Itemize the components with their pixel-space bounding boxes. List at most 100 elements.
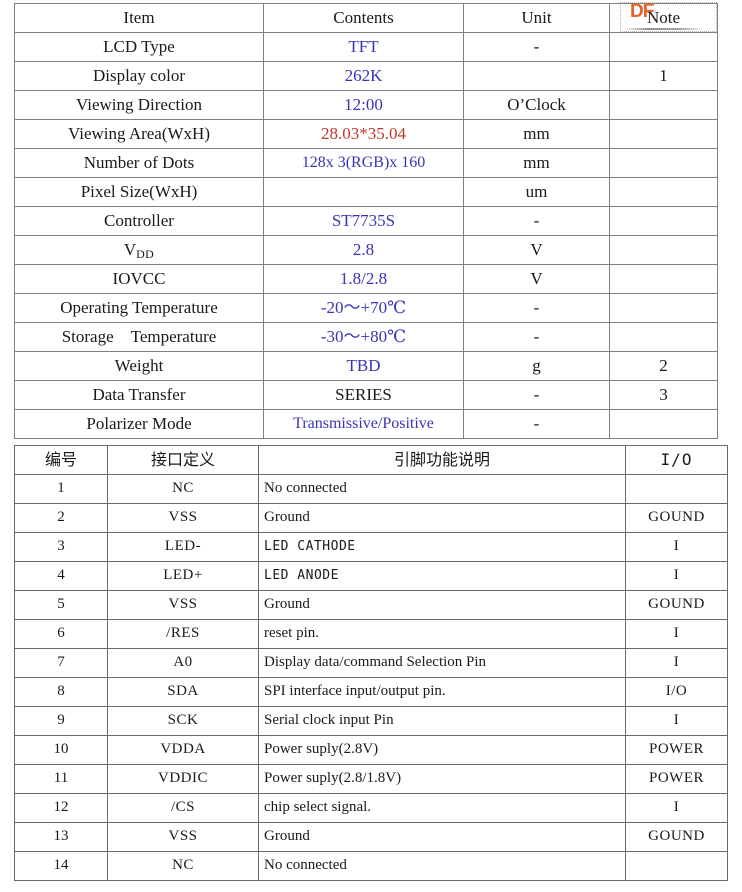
pin-row: 3 LED- LED CATHODE I bbox=[14, 532, 728, 562]
pin-definition-cell: /CS bbox=[107, 793, 259, 823]
spec-unit-cell: V bbox=[463, 235, 610, 265]
pin-row: 11 VDDIC Power suply(2.8/1.8V) POWER bbox=[14, 764, 728, 794]
spec-item-cell: Viewing Direction bbox=[14, 90, 264, 120]
spec-contents-cell: 2.8 bbox=[263, 235, 464, 265]
pin-description-cell: No connected bbox=[258, 474, 626, 504]
spec-contents-cell: 28.03*35.04 bbox=[263, 119, 464, 149]
pin-row: 4 LED+ LED ANODE I bbox=[14, 561, 728, 591]
spec-item-cell: IOVCC bbox=[14, 264, 264, 294]
pin-definition-cell: NC bbox=[107, 474, 259, 504]
pin-description-cell: Ground bbox=[258, 503, 626, 533]
spec-unit-cell: g bbox=[463, 351, 610, 381]
pin-header-definition: 接口定义 bbox=[107, 445, 259, 475]
pin-number-cell: 3 bbox=[14, 532, 108, 562]
pin-number-cell: 13 bbox=[14, 822, 108, 852]
spec-header-row: Item Contents Unit Note bbox=[14, 3, 718, 33]
pin-io-cell: POWER bbox=[625, 735, 728, 765]
spec-unit-cell: - bbox=[463, 409, 610, 439]
pin-number-cell: 12 bbox=[14, 793, 108, 823]
pin-header-row: 编号 接口定义 引脚功能说明 I/O bbox=[14, 445, 728, 475]
spec-note-cell bbox=[609, 264, 718, 294]
spec-contents-cell: ST7735S bbox=[263, 206, 464, 236]
spec-row: Operating Temperature -20～+70℃ - bbox=[14, 293, 718, 323]
spec-contents-cell: 262K bbox=[263, 61, 464, 91]
spec-contents-cell: TBD bbox=[263, 351, 464, 381]
spec-contents-cell: -20～+70℃ bbox=[263, 293, 464, 323]
pin-number-cell: 6 bbox=[14, 619, 108, 649]
spec-row: Number of Dots 128x 3(RGB)x 160 mm bbox=[14, 148, 718, 178]
pin-header-description: 引脚功能说明 bbox=[258, 445, 626, 475]
pin-number-cell: 8 bbox=[14, 677, 108, 707]
spec-unit-cell: V bbox=[463, 264, 610, 294]
spec-note-cell bbox=[609, 148, 718, 178]
spec-item-cell: Display color bbox=[14, 61, 264, 91]
pin-row: 10 VDDA Power suply(2.8V) POWER bbox=[14, 735, 728, 765]
pin-number-cell: 1 bbox=[14, 474, 108, 504]
spec-header-note: Note bbox=[609, 3, 718, 33]
pin-number-cell: 2 bbox=[14, 503, 108, 533]
spec-unit-cell: mm bbox=[463, 119, 610, 149]
spec-item-cell: Pixel Size(WxH) bbox=[14, 177, 264, 207]
pin-io-cell: I bbox=[625, 532, 728, 562]
pin-io-cell: I bbox=[625, 619, 728, 649]
spec-note-cell bbox=[609, 322, 718, 352]
pin-table-container: 编号 接口定义 引脚功能说明 I/O 1 NC No connected 2 VSS Ground… bbox=[14, 445, 728, 881]
spec-contents-cell: TFT bbox=[263, 32, 464, 62]
pin-io-cell: I bbox=[625, 793, 728, 823]
spec-item-cell: Data Transfer bbox=[14, 380, 264, 410]
pin-io-cell: GOUND bbox=[625, 590, 728, 620]
spec-item-cell: Operating Temperature bbox=[14, 293, 264, 323]
pin-row: 14 NC No connected bbox=[14, 851, 728, 881]
pin-row: 9 SCK Serial clock input Pin I bbox=[14, 706, 728, 736]
spec-contents-cell: 128x 3(RGB)x 160 bbox=[263, 148, 464, 178]
pin-number-cell: 9 bbox=[14, 706, 108, 736]
pin-number-cell: 7 bbox=[14, 648, 108, 678]
pin-number-cell: 11 bbox=[14, 764, 108, 794]
pin-io-cell: GOUND bbox=[625, 503, 728, 533]
pin-number-cell: 4 bbox=[14, 561, 108, 591]
spec-note-cell bbox=[609, 119, 718, 149]
pin-description-cell: Serial clock input Pin bbox=[258, 706, 626, 736]
spec-table-container: Item Contents Unit Note LCD Type TFT - Display … bbox=[14, 3, 718, 439]
spec-table-body: Item Contents Unit Note LCD Type TFT - Display … bbox=[14, 3, 718, 439]
pin-definition-table: 编号 接口定义 引脚功能说明 I/O 1 NC No connected 2 VSS Ground… bbox=[14, 445, 728, 881]
spec-item-cell: Viewing Area(WxH) bbox=[14, 119, 264, 149]
spec-note-cell bbox=[609, 177, 718, 207]
spec-row: Storage Temperature -30～+80℃ - bbox=[14, 322, 718, 352]
pin-definition-cell: VDDIC bbox=[107, 764, 259, 794]
spec-header-item: Item bbox=[14, 3, 264, 33]
pin-header-no: 编号 bbox=[14, 445, 108, 475]
pin-definition-cell: SDA bbox=[107, 677, 259, 707]
spec-note-cell bbox=[609, 206, 718, 236]
spec-unit-cell: - bbox=[463, 32, 610, 62]
spec-note-cell bbox=[609, 32, 718, 62]
spec-item-cell: LCD Type bbox=[14, 32, 264, 62]
spec-unit-cell: - bbox=[463, 206, 610, 236]
spec-note-cell bbox=[609, 235, 718, 265]
spec-item-cell: Controller bbox=[14, 206, 264, 236]
spec-contents-cell: Transmissive/Positive bbox=[263, 409, 464, 439]
pin-description-cell: Power suply(2.8/1.8V) bbox=[258, 764, 626, 794]
pin-definition-cell: NC bbox=[107, 851, 259, 881]
spec-row: Controller ST7735S - bbox=[14, 206, 718, 236]
spec-item-cell: Storage Temperature bbox=[14, 322, 264, 352]
pin-description-cell: reset pin. bbox=[258, 619, 626, 649]
pin-row: 5 VSS Ground GOUND bbox=[14, 590, 728, 620]
spec-item-cell: Weight bbox=[14, 351, 264, 381]
pin-definition-cell: VSS bbox=[107, 503, 259, 533]
pin-definition-cell: VSS bbox=[107, 590, 259, 620]
pin-definition-cell: VSS bbox=[107, 822, 259, 852]
spec-unit-cell: O’Clock bbox=[463, 90, 610, 120]
pin-row: 1 NC No connected bbox=[14, 474, 728, 504]
pin-io-cell: GOUND bbox=[625, 822, 728, 852]
pin-description-cell: SPI interface input/output pin. bbox=[258, 677, 626, 707]
spec-row: Display color 262K 1 bbox=[14, 61, 718, 91]
pin-row: 8 SDA SPI interface input/output pin. I/O bbox=[14, 677, 728, 707]
pin-number-cell: 10 bbox=[14, 735, 108, 765]
general-specifications-table: Item Contents Unit Note LCD Type TFT - Display … bbox=[14, 3, 718, 439]
spec-note-cell: 2 bbox=[609, 351, 718, 381]
pin-description-cell: Power suply(2.8V) bbox=[258, 735, 626, 765]
subscript: DD bbox=[136, 247, 155, 262]
spec-header-unit: Unit bbox=[463, 3, 610, 33]
spec-contents-cell: 1.8/2.8 bbox=[263, 264, 464, 294]
